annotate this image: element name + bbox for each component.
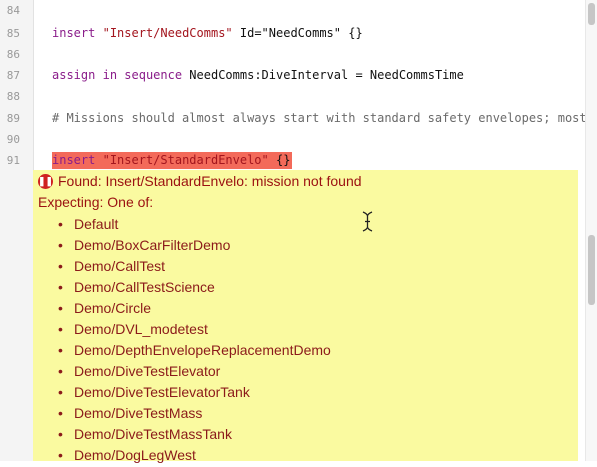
line-number: 89 [6, 112, 20, 125]
list-item: Demo/Circle [58, 299, 331, 320]
keyword: assign [52, 68, 96, 82]
keyword: insert [52, 26, 96, 40]
list-item: Demo/CallTest [58, 257, 331, 278]
string-literal: "Insert/StandardEnvelo" [102, 153, 269, 167]
code-line-87[interactable]: assign in sequence NeedComms:DiveInterva… [52, 67, 464, 83]
scrollbar-thumb[interactable] [588, 235, 595, 305]
expecting-label: Expecting: One of: [38, 194, 154, 210]
list-item: Demo/DogLegWest [58, 446, 331, 467]
keyword: insert [52, 153, 96, 167]
list-item: Demo/DepthEnvelopeReplacementDemo [58, 341, 331, 362]
error-icon: ❚❚ [38, 173, 53, 189]
error-message-row: ❚❚ Found: Insert/StandardEnvelo: mission… [38, 173, 362, 189]
scrollbar-thumb[interactable] [588, 3, 595, 25]
line-number: 86 [6, 48, 20, 61]
code-text: NeedComms:DiveInterval = NeedCommsTime [182, 68, 464, 82]
list-item: Demo/DiveTestMassTank [58, 425, 331, 446]
line-number: 85 [6, 27, 20, 40]
code-line-91[interactable]: insert "Insert/StandardEnvelo" {} [52, 152, 290, 168]
code-text: {} [268, 153, 291, 167]
expected-options-list: Default Demo/BoxCarFilterDemo Demo/CallT… [58, 215, 331, 467]
line-number: 87 [6, 69, 20, 82]
list-item: Demo/DVL_modetest [58, 320, 331, 341]
code-line-89[interactable]: # Missions should almost always start wi… [52, 110, 587, 126]
list-item: Demo/DiveTestElevatorTank [58, 383, 331, 404]
line-number: 88 [6, 90, 20, 103]
code-text: Id="NeedComms" {} [232, 26, 363, 40]
line-number-gutter: 84 85 86 87 88 89 90 91 [0, 0, 34, 461]
vertical-scrollbar[interactable] [585, 0, 597, 461]
code-line-85[interactable]: insert "Insert/NeedComms" Id="NeedComms"… [52, 25, 363, 41]
list-item: Default [58, 215, 331, 236]
line-number: 90 [6, 133, 20, 146]
list-item: Demo/CallTestScience [58, 278, 331, 299]
keyword: in sequence [102, 68, 183, 82]
list-item: Demo/DiveTestMass [58, 404, 331, 425]
text-cursor-icon [362, 211, 373, 232]
string-literal: "Insert/NeedComms" [102, 26, 233, 40]
line-number: 91 [6, 154, 20, 167]
error-message: Found: Insert/StandardEnvelo: mission no… [58, 173, 362, 189]
line-number: 84 [6, 4, 20, 17]
list-item: Demo/DiveTestElevator [58, 362, 331, 383]
error-tooltip: ❚❚ Found: Insert/StandardEnvelo: mission… [33, 170, 578, 464]
list-item: Demo/BoxCarFilterDemo [58, 236, 331, 257]
